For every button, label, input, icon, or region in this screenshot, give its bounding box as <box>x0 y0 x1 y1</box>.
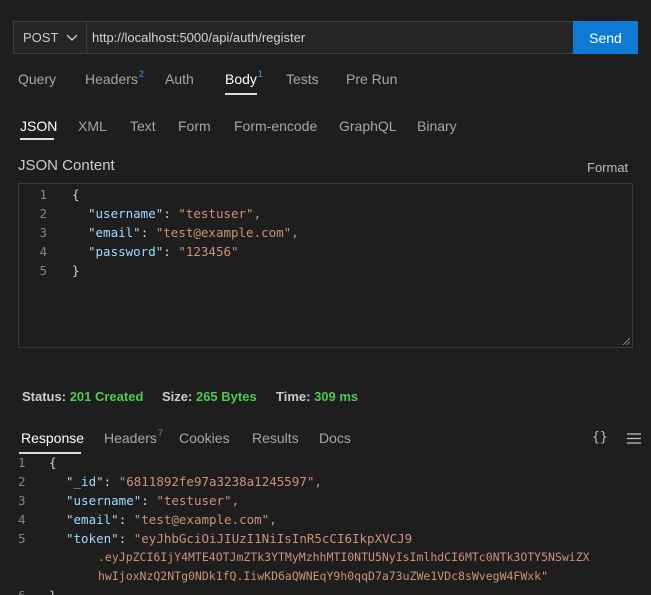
body-tab-binary-label: Binary <box>417 118 457 134</box>
active-body-tab-underline <box>20 138 54 140</box>
size-value: 265 Bytes <box>195 389 257 404</box>
body-tab-graphql[interactable]: GraphQL <box>339 118 397 134</box>
body-tab-graphql-label: GraphQL <box>339 118 397 134</box>
json-value: "eyJhbGciOiJIUzI1NiIsInR5cCI6IkpXVCJ9 <box>133 531 413 546</box>
line-number: 5 <box>39 263 47 278</box>
tab-pre-run-label: Pre Run <box>346 71 398 87</box>
response-tab-docs[interactable]: Docs <box>319 430 351 446</box>
json-key: "token" <box>66 531 119 546</box>
tab-headers[interactable]: Headers2 <box>85 69 144 87</box>
line-text: { <box>49 455 57 470</box>
time-label: Time: <box>276 389 311 404</box>
url-value: http://localhost:5000/api/auth/register <box>92 30 306 45</box>
tab-auth-label: Auth <box>165 71 194 87</box>
body-tab-form-encode[interactable]: Form-encode <box>234 118 317 134</box>
time-value: 309 ms <box>314 389 359 404</box>
tab-body-label: Body <box>225 71 257 87</box>
resize-handle-icon[interactable] <box>622 337 630 345</box>
body-tab-form[interactable]: Form <box>178 118 211 134</box>
body-tab-form-label: Form <box>178 118 211 134</box>
line-number: 4 <box>39 244 47 259</box>
json-value: "test@example.com", <box>133 512 277 527</box>
braces-icon[interactable]: {} <box>592 430 608 445</box>
menu-icon[interactable] <box>627 433 641 444</box>
response-tab-headers-label: Headers <box>104 430 157 446</box>
tab-auth[interactable]: Auth <box>165 71 194 87</box>
body-tab-json[interactable]: JSON <box>20 118 57 134</box>
response-size: Size: 265 Bytes <box>162 389 257 404</box>
json-value-continuation: hwIjoxNzQ2NTg0NDk1fQ.IiwKD6aQWNEqY9h0qqD… <box>98 569 549 583</box>
tab-query-label: Query <box>18 71 57 87</box>
url-input[interactable]: http://localhost:5000/api/auth/register <box>86 21 574 54</box>
headers-count-badge: 2 <box>138 69 144 79</box>
line-text: { <box>72 187 80 202</box>
response-tab-cookies[interactable]: Cookies <box>179 430 230 446</box>
line-number: 3 <box>39 225 47 240</box>
json-value: "test@example.com", <box>155 225 299 240</box>
line-number: 5 <box>18 531 26 546</box>
json-key: "email" <box>66 512 119 527</box>
json-key: "email" <box>88 225 141 240</box>
response-body-viewer: 1 { 2 "_id": "6811892fe97a3238a1245597",… <box>0 455 651 595</box>
tab-tests-label: Tests <box>286 71 319 87</box>
json-key: "username" <box>66 493 142 508</box>
send-button[interactable]: Send <box>573 21 638 54</box>
body-tab-xml-label: XML <box>78 118 107 134</box>
json-key: "password" <box>88 244 164 259</box>
active-tab-underline <box>225 93 257 95</box>
line-text: } <box>72 263 80 278</box>
json-value-continuation: .eyJpZCI6IjY4MTE4OTJmZTk3YTMyMzhhMTI0NTU… <box>98 550 590 564</box>
body-count-badge: 1 <box>257 69 263 79</box>
method-value: POST <box>23 30 59 45</box>
response-status-bar: Status: 201 Created <box>22 389 143 404</box>
response-tab-docs-label: Docs <box>319 430 351 446</box>
response-tab-results-label: Results <box>252 430 299 446</box>
format-button[interactable]: Format <box>587 160 628 175</box>
response-tab-response-label: Response <box>21 430 85 446</box>
tab-pre-run[interactable]: Pre Run <box>346 71 397 87</box>
json-value: "testuser", <box>156 493 240 508</box>
request-body-editor[interactable]: 1 { 2 "username": "testuser", 3 "email":… <box>18 183 633 348</box>
response-tab-headers[interactable]: Headers7 <box>104 428 163 446</box>
line-number: 1 <box>39 187 47 202</box>
response-tab-cookies-label: Cookies <box>179 430 230 446</box>
body-tab-json-label: JSON <box>20 118 58 134</box>
body-tab-text[interactable]: Text <box>130 118 156 134</box>
line-number: 6 <box>18 588 26 595</box>
json-value: "6811892fe97a3238a1245597", <box>118 474 322 489</box>
line-number: 2 <box>18 474 26 489</box>
line-text: } <box>49 588 57 595</box>
method-select[interactable]: POST <box>13 21 86 54</box>
json-content-label: JSON Content <box>18 157 115 174</box>
body-tab-form-encode-label: Form-encode <box>234 118 318 134</box>
json-key: "_id" <box>66 474 104 489</box>
active-response-tab-underline <box>19 452 81 454</box>
status-label: Status: <box>22 389 67 404</box>
tab-body[interactable]: Body1 <box>225 69 263 87</box>
line-number: 3 <box>18 493 26 508</box>
chevron-down-icon <box>66 34 78 41</box>
json-key: "username" <box>88 206 164 221</box>
tab-headers-label: Headers <box>85 71 138 87</box>
status-value: 201 Created <box>69 389 144 404</box>
json-value: "123456" <box>178 244 239 259</box>
json-value: "testuser", <box>178 206 262 221</box>
size-label: Size: <box>162 389 193 404</box>
line-number: 2 <box>39 206 47 221</box>
response-time: Time: 309 ms <box>276 389 358 404</box>
line-number: 1 <box>18 455 26 470</box>
body-tab-binary[interactable]: Binary <box>417 118 457 134</box>
tab-tests[interactable]: Tests <box>286 71 319 87</box>
tab-query[interactable]: Query <box>18 71 56 87</box>
line-number: 4 <box>18 512 26 527</box>
response-tab-results[interactable]: Results <box>252 430 299 446</box>
body-tab-xml[interactable]: XML <box>78 118 107 134</box>
body-tab-text-label: Text <box>130 118 156 134</box>
response-tab-response[interactable]: Response <box>21 430 84 446</box>
response-headers-count-badge: 7 <box>157 428 163 438</box>
